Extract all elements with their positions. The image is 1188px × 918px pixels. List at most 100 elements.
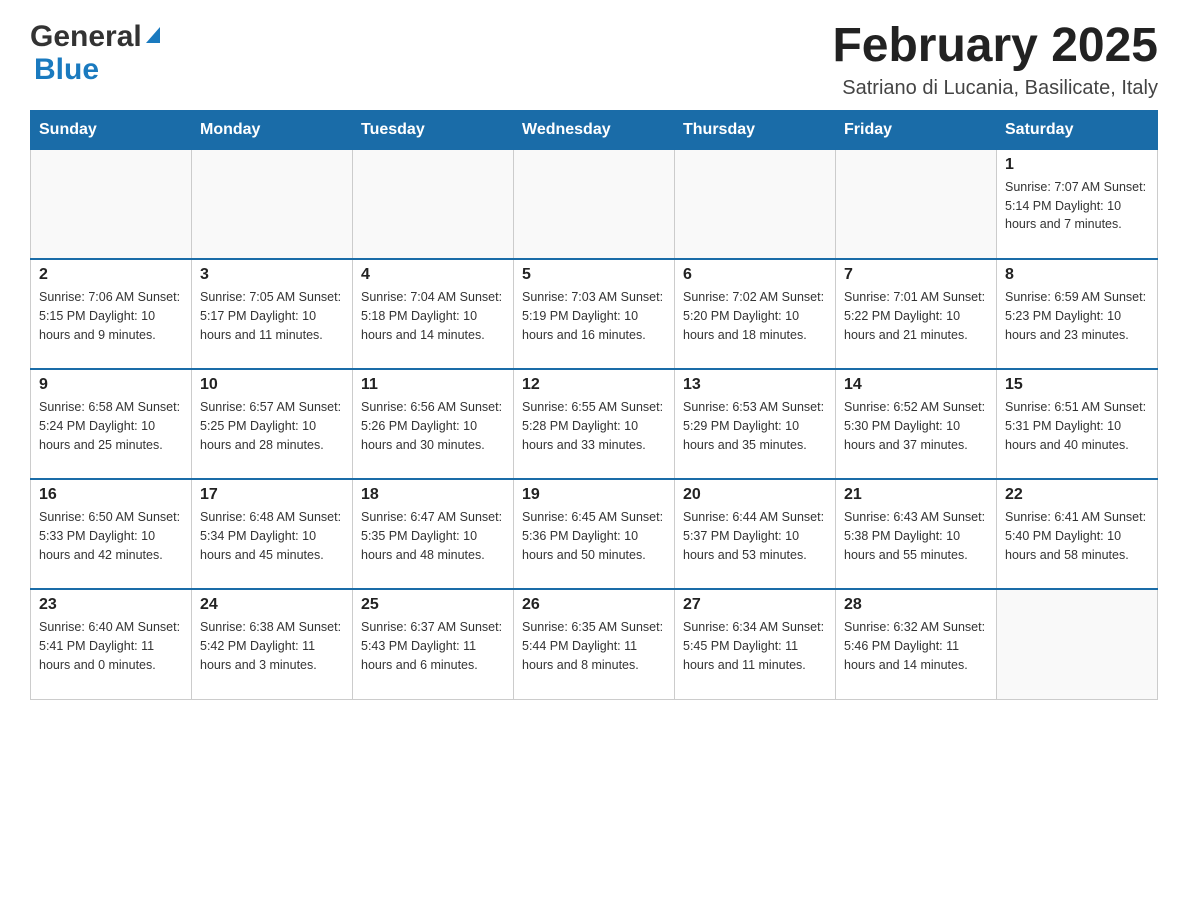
day-number: 24 <box>200 596 344 614</box>
day-info: Sunrise: 6:41 AM Sunset: 5:40 PM Dayligh… <box>1005 508 1149 564</box>
day-number: 2 <box>39 266 183 284</box>
calendar-cell: 1 Sunrise: 7:07 AM Sunset: 5:14 PM Daylig… <box>997 149 1158 259</box>
title-block: February 2025 Satriano di Lucania, Basil… <box>832 20 1158 100</box>
day-info: Sunrise: 6:47 AM Sunset: 5:35 PM Dayligh… <box>361 508 505 564</box>
day-info: Sunrise: 6:56 AM Sunset: 5:26 PM Dayligh… <box>361 398 505 454</box>
calendar-cell: 4 Sunrise: 7:04 AM Sunset: 5:18 PM Daylig… <box>353 259 514 369</box>
day-number: 21 <box>844 486 988 504</box>
day-info: Sunrise: 6:58 AM Sunset: 5:24 PM Dayligh… <box>39 398 183 454</box>
calendar-week-row: 2Sunrise: 7:06 AM Sunset: 5:15 PM Daylig… <box>31 259 1158 369</box>
day-number: 25 <box>361 596 505 614</box>
calendar-cell: 27 Sunrise: 6:34 AM Sunset: 5:45 PM Dayli… <box>675 589 836 699</box>
calendar-cell: 19Sunrise: 6:45 AM Sunset: 5:36 PM Dayli… <box>514 479 675 589</box>
day-info: Sunrise: 6:37 AM Sunset: 5:43 PM Dayligh… <box>361 618 505 674</box>
calendar-cell: 25 Sunrise: 6:37 AM Sunset: 5:43 PM Dayli… <box>353 589 514 699</box>
calendar-week-row: 9 Sunrise: 6:58 AM Sunset: 5:24 PM Daylig… <box>31 369 1158 479</box>
calendar-cell: 26 Sunrise: 6:35 AM Sunset: 5:44 PM Dayli… <box>514 589 675 699</box>
day-info: Sunrise: 6:53 AM Sunset: 5:29 PM Dayligh… <box>683 398 827 454</box>
day-info: Sunrise: 6:38 AM Sunset: 5:42 PM Dayligh… <box>200 618 344 674</box>
logo-blue-text: Blue <box>34 53 99 86</box>
day-number: 27 <box>683 596 827 614</box>
day-number: 17 <box>200 486 344 504</box>
weekday-header-monday: Monday <box>192 110 353 149</box>
day-number: 19 <box>522 486 666 504</box>
calendar-cell: 13 Sunrise: 6:53 AM Sunset: 5:29 PM Dayli… <box>675 369 836 479</box>
calendar-cell <box>836 149 997 259</box>
weekday-header-thursday: Thursday <box>675 110 836 149</box>
day-number: 7 <box>844 266 988 284</box>
day-info: Sunrise: 6:44 AM Sunset: 5:37 PM Dayligh… <box>683 508 827 564</box>
day-info: Sunrise: 6:43 AM Sunset: 5:38 PM Dayligh… <box>844 508 988 564</box>
calendar-cell <box>514 149 675 259</box>
logo-general-text: General <box>30 20 142 53</box>
weekday-header-wednesday: Wednesday <box>514 110 675 149</box>
calendar-cell: 6 Sunrise: 7:02 AM Sunset: 5:20 PM Daylig… <box>675 259 836 369</box>
day-info: Sunrise: 6:59 AM Sunset: 5:23 PM Dayligh… <box>1005 288 1149 344</box>
location-title: Satriano di Lucania, Basilicate, Italy <box>832 77 1158 100</box>
weekday-header-sunday: Sunday <box>31 110 192 149</box>
day-info: Sunrise: 6:51 AM Sunset: 5:31 PM Dayligh… <box>1005 398 1149 454</box>
calendar-cell: 3 Sunrise: 7:05 AM Sunset: 5:17 PM Daylig… <box>192 259 353 369</box>
day-info: Sunrise: 6:34 AM Sunset: 5:45 PM Dayligh… <box>683 618 827 674</box>
day-info: Sunrise: 6:32 AM Sunset: 5:46 PM Dayligh… <box>844 618 988 674</box>
calendar-cell: 18 Sunrise: 6:47 AM Sunset: 5:35 PM Dayli… <box>353 479 514 589</box>
day-info: Sunrise: 6:48 AM Sunset: 5:34 PM Dayligh… <box>200 508 344 564</box>
day-number: 13 <box>683 376 827 394</box>
calendar-cell <box>675 149 836 259</box>
calendar-cell: 21 Sunrise: 6:43 AM Sunset: 5:38 PM Dayli… <box>836 479 997 589</box>
day-number: 6 <box>683 266 827 284</box>
calendar-cell <box>31 149 192 259</box>
calendar-cell: 23Sunrise: 6:40 AM Sunset: 5:41 PM Dayli… <box>31 589 192 699</box>
day-number: 18 <box>361 486 505 504</box>
calendar-cell: 24 Sunrise: 6:38 AM Sunset: 5:42 PM Dayli… <box>192 589 353 699</box>
calendar-cell: 5Sunrise: 7:03 AM Sunset: 5:19 PM Daylig… <box>514 259 675 369</box>
day-number: 26 <box>522 596 666 614</box>
day-info: Sunrise: 7:02 AM Sunset: 5:20 PM Dayligh… <box>683 288 827 344</box>
calendar-cell <box>353 149 514 259</box>
day-info: Sunrise: 6:35 AM Sunset: 5:44 PM Dayligh… <box>522 618 666 674</box>
day-number: 1 <box>1005 156 1149 174</box>
calendar-week-row: 1 Sunrise: 7:07 AM Sunset: 5:14 PM Daylig… <box>31 149 1158 259</box>
calendar-cell: 2Sunrise: 7:06 AM Sunset: 5:15 PM Daylig… <box>31 259 192 369</box>
calendar-cell: 20 Sunrise: 6:44 AM Sunset: 5:37 PM Dayli… <box>675 479 836 589</box>
calendar-week-row: 16Sunrise: 6:50 AM Sunset: 5:33 PM Dayli… <box>31 479 1158 589</box>
day-number: 20 <box>683 486 827 504</box>
logo: General Blue <box>30 20 160 86</box>
month-title: February 2025 <box>832 20 1158 73</box>
calendar-week-row: 23Sunrise: 6:40 AM Sunset: 5:41 PM Dayli… <box>31 589 1158 699</box>
calendar-cell: 22 Sunrise: 6:41 AM Sunset: 5:40 PM Dayli… <box>997 479 1158 589</box>
calendar-table: SundayMondayTuesdayWednesdayThursdayFrid… <box>30 110 1158 700</box>
day-info: Sunrise: 6:52 AM Sunset: 5:30 PM Dayligh… <box>844 398 988 454</box>
weekday-header-tuesday: Tuesday <box>353 110 514 149</box>
day-info: Sunrise: 6:57 AM Sunset: 5:25 PM Dayligh… <box>200 398 344 454</box>
weekday-header-row: SundayMondayTuesdayWednesdayThursdayFrid… <box>31 110 1158 149</box>
day-info: Sunrise: 7:03 AM Sunset: 5:19 PM Dayligh… <box>522 288 666 344</box>
day-number: 9 <box>39 376 183 394</box>
calendar-cell: 17 Sunrise: 6:48 AM Sunset: 5:34 PM Dayli… <box>192 479 353 589</box>
calendar-cell: 12 Sunrise: 6:55 AM Sunset: 5:28 PM Dayli… <box>514 369 675 479</box>
day-info: Sunrise: 7:07 AM Sunset: 5:14 PM Dayligh… <box>1005 178 1149 234</box>
page-header: General Blue February 2025 Satriano di L… <box>30 20 1158 100</box>
day-number: 3 <box>200 266 344 284</box>
day-info: Sunrise: 6:55 AM Sunset: 5:28 PM Dayligh… <box>522 398 666 454</box>
day-number: 16 <box>39 486 183 504</box>
calendar-cell: 16Sunrise: 6:50 AM Sunset: 5:33 PM Dayli… <box>31 479 192 589</box>
calendar-cell: 15 Sunrise: 6:51 AM Sunset: 5:31 PM Dayli… <box>997 369 1158 479</box>
day-info: Sunrise: 7:05 AM Sunset: 5:17 PM Dayligh… <box>200 288 344 344</box>
day-number: 22 <box>1005 486 1149 504</box>
day-number: 28 <box>844 596 988 614</box>
day-number: 12 <box>522 376 666 394</box>
day-number: 8 <box>1005 266 1149 284</box>
day-number: 14 <box>844 376 988 394</box>
day-info: Sunrise: 6:40 AM Sunset: 5:41 PM Dayligh… <box>39 618 183 674</box>
day-info: Sunrise: 7:04 AM Sunset: 5:18 PM Dayligh… <box>361 288 505 344</box>
day-number: 10 <box>200 376 344 394</box>
calendar-cell: 14 Sunrise: 6:52 AM Sunset: 5:30 PM Dayli… <box>836 369 997 479</box>
calendar-cell: 7Sunrise: 7:01 AM Sunset: 5:22 PM Daylig… <box>836 259 997 369</box>
calendar-cell: 28 Sunrise: 6:32 AM Sunset: 5:46 PM Dayli… <box>836 589 997 699</box>
calendar-cell: 8 Sunrise: 6:59 AM Sunset: 5:23 PM Daylig… <box>997 259 1158 369</box>
logo-triangle-icon <box>146 27 160 43</box>
calendar-cell: 10 Sunrise: 6:57 AM Sunset: 5:25 PM Dayli… <box>192 369 353 479</box>
day-number: 4 <box>361 266 505 284</box>
day-number: 15 <box>1005 376 1149 394</box>
